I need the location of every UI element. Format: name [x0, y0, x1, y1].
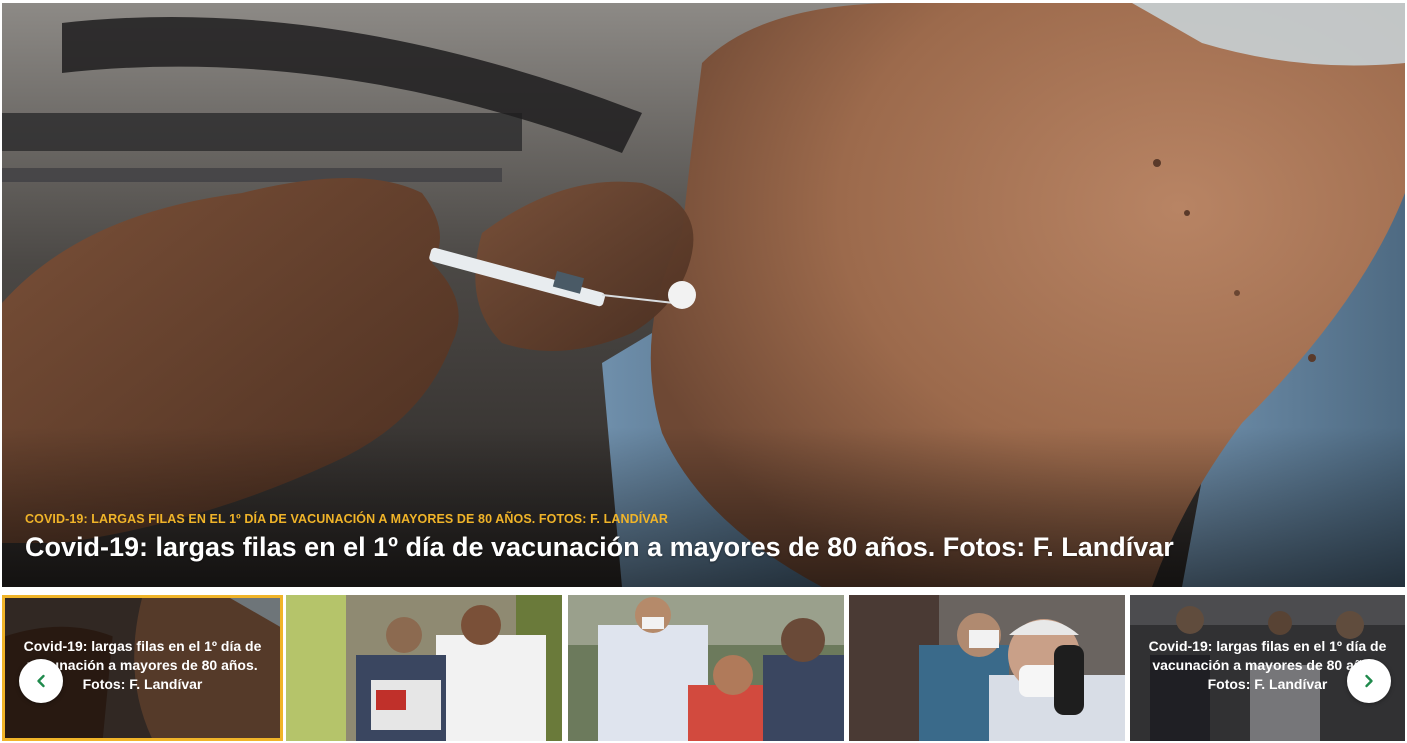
- chevron-right-icon: [1365, 674, 1373, 688]
- chevron-left-icon: [37, 674, 45, 688]
- thumbnail-2[interactable]: [286, 595, 562, 741]
- thumbnail-4[interactable]: [849, 595, 1125, 741]
- photo-gallery: COVID-19: LARGAS FILAS EN EL 1º DÍA DE V…: [0, 0, 1407, 743]
- thumbnail-image: [286, 595, 562, 741]
- photo-title: Covid-19: largas filas en el 1º día de v…: [25, 532, 1174, 562]
- thumbnail-image: [849, 595, 1125, 741]
- caption-gradient: [2, 427, 1405, 587]
- hero-photo[interactable]: COVID-19: LARGAS FILAS EN EL 1º DÍA DE V…: [2, 3, 1405, 587]
- photo-category: COVID-19: LARGAS FILAS EN EL 1º DÍA DE V…: [25, 512, 669, 526]
- thumbnail-image: [568, 595, 844, 741]
- thumbnail-strip: Covid-19: largas filas en el 1º día de v…: [2, 595, 1405, 743]
- next-button[interactable]: [1347, 659, 1391, 703]
- previous-button[interactable]: [19, 659, 63, 703]
- thumbnail-3[interactable]: [568, 595, 844, 741]
